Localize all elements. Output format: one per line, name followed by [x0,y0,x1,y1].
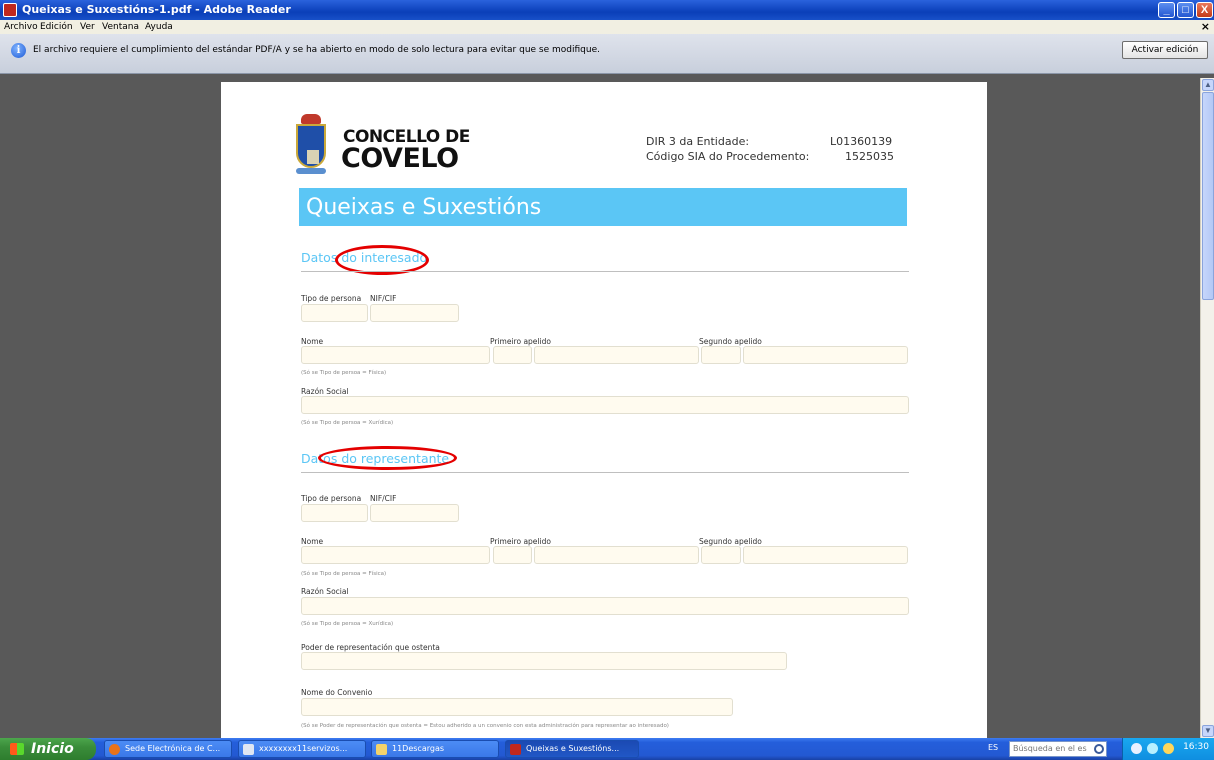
pdfa-info-bar: i El archivo requiere el cumplimiento de… [0,34,1214,74]
segundo-apelido-label: Segundo apelido [699,337,762,346]
nome-label: Nome [301,337,324,346]
menu-ventana[interactable]: Ventana [102,22,139,32]
pdf-page: CONCELLO DE COVELO DIR 3 da Entidade: L0… [221,82,987,742]
segundo-apelido-label: Segundo apelido [699,537,762,546]
scroll-up-icon[interactable]: ▲ [1202,79,1214,91]
nome-convenio-field[interactable] [301,698,733,716]
menu-edicion[interactable]: Edición [40,22,73,32]
primeiro-apelido-partícula-field[interactable] [493,546,532,564]
taskbar-item-firefox[interactable]: Sede Electrónica de C... [104,740,232,758]
search-placeholder: Búsqueda en el escritorio [1013,744,1087,753]
nif-field[interactable] [370,304,459,322]
nome-field[interactable] [301,546,490,564]
adobe-reader-icon [510,744,521,755]
windows-flag-icon [10,743,24,755]
document-icon [243,744,254,755]
title-bar: Queixas e Suxestións-1.pdf - Adobe Reade… [0,0,1214,20]
scroll-down-icon[interactable]: ▼ [1202,725,1214,737]
info-icon: i [11,43,26,58]
start-label: Inicio [31,741,74,757]
primeiro-apelido-field[interactable] [534,346,699,364]
start-button[interactable]: Inicio [0,738,96,760]
document-close-icon[interactable]: × [1201,20,1210,33]
primeiro-apelido-partícula-field[interactable] [493,346,532,364]
primeiro-apelido-label: Primeiro apelido [490,337,551,346]
hint-fisica: (Só se Tipo de persoa = Física) [301,571,387,577]
window-title: Queixas e Suxestións-1.pdf - Adobe Reade… [22,3,291,16]
taskbar-item-word[interactable]: xxxxxxxx11servizos... [238,740,366,758]
vertical-scrollbar[interactable]: ▲ ▼ [1200,78,1214,738]
menu-bar: Archivo Edición Ver Ventana Ayuda × [0,20,1214,34]
nif-label: NIF/CIF [370,494,397,503]
primeiro-apelido-label: Primeiro apelido [490,537,551,546]
network-icon[interactable] [1131,743,1142,754]
tipo-persona-field[interactable] [301,504,368,522]
firefox-icon [109,744,120,755]
segundo-apelido-partícula-field[interactable] [701,546,741,564]
razon-social-label: Razón Social [301,587,349,596]
razon-social-label: Razón Social [301,387,349,396]
hint-convenio: (Só se Poder de representación que osten… [301,723,669,729]
nome-convenio-label: Nome do Convenio [301,688,373,697]
segundo-apelido-field[interactable] [743,546,908,564]
hint-xuridica: (Só se Tipo de persoa = Xurídica) [301,621,394,627]
info-message: El archivo requiere el cumplimiento del … [33,45,600,55]
minimize-button[interactable]: _ [1158,2,1175,18]
folder-icon [376,744,387,755]
taskbar: Inicio Sede Electrónica de C... xxxxxxxx… [0,738,1214,760]
adobe-reader-icon [3,3,17,17]
section-divider [301,472,909,473]
section-divider [301,271,909,272]
maximize-button[interactable]: □ [1177,2,1194,18]
covelo-crest-icon [296,114,326,176]
sia-value: 1525035 [845,150,894,163]
volume-icon[interactable] [1147,743,1158,754]
poder-representacion-label: Poder de representación que ostenta [301,643,440,652]
segundo-apelido-field[interactable] [743,346,908,364]
taskbar-item-folder[interactable]: 11Descargas [371,740,499,758]
security-icon[interactable] [1163,743,1174,754]
nome-label: Nome [301,537,324,546]
sia-label: Código SIA do Procedemento: [646,150,810,163]
nif-label: NIF/CIF [370,294,397,303]
form-title-banner: Queixas e Suxestións [299,188,907,226]
red-annotation-circle [318,446,457,470]
clock: 16:30 [1183,742,1209,752]
desktop-search-input[interactable]: Búsqueda en el escritorio [1009,741,1107,757]
nif-field[interactable] [370,504,459,522]
dir3-value: L01360139 [830,135,893,148]
org-name-line2: COVELO [341,143,459,174]
task-label: xxxxxxxx11servizos... [259,744,348,753]
task-label: Queixas e Suxestións... [526,744,620,753]
search-icon[interactable] [1094,744,1104,754]
nome-field[interactable] [301,346,490,364]
taskbar-item-adobe-reader[interactable]: Queixas e Suxestións... [505,740,639,758]
hint-xuridica: (Só se Tipo de persoa = Xurídica) [301,420,394,426]
tipo-persona-label: Tipo de persona [301,494,362,503]
tipo-persona-label: Tipo de persona [301,294,362,303]
form-title: Queixas e Suxestións [306,195,542,220]
tipo-persona-field[interactable] [301,304,368,322]
close-button[interactable]: X [1196,2,1213,18]
primeiro-apelido-field[interactable] [534,546,699,564]
menu-archivo[interactable]: Archivo [4,22,38,32]
segundo-apelido-partícula-field[interactable] [701,346,741,364]
scroll-thumb[interactable] [1202,92,1214,300]
activate-editing-button[interactable]: Activar edición [1122,41,1208,59]
task-label: Sede Electrónica de C... [125,744,221,753]
hint-fisica: (Só se Tipo de persoa = Física) [301,370,387,376]
task-label: 11Descargas [392,744,445,753]
dir3-label: DIR 3 da Entidade: [646,135,750,148]
razon-social-field[interactable] [301,597,909,615]
poder-representacion-field[interactable] [301,652,787,670]
menu-ayuda[interactable]: Ayuda [145,22,173,32]
language-indicator[interactable]: ES [988,743,998,752]
system-tray: 16:30 [1122,738,1214,760]
razon-social-field[interactable] [301,396,909,414]
menu-ver[interactable]: Ver [80,22,95,32]
